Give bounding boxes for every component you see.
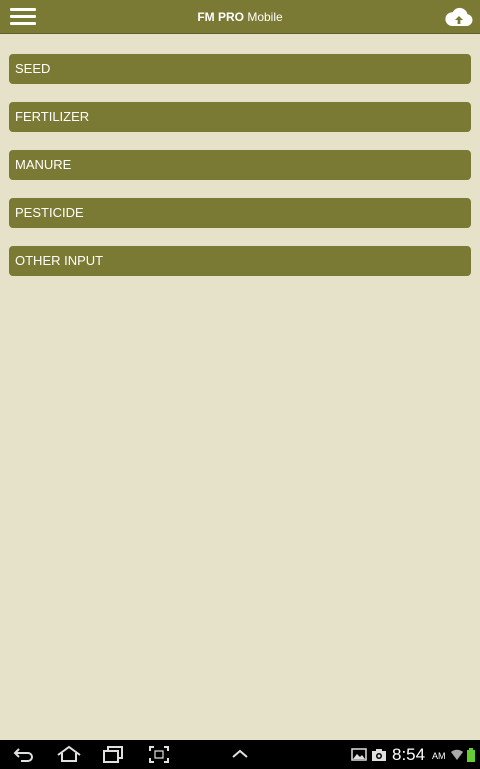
camera-notification-icon [371,744,387,765]
cloud-sync-icon[interactable] [444,5,474,29]
menu-item-manure[interactable]: MANURE [9,150,471,180]
app-title-rest: Mobile [243,10,283,24]
recent-apps-icon[interactable] [101,744,125,765]
menu-item-pesticide[interactable]: PESTICIDE [9,198,471,228]
clock-time: 8:54 [392,745,426,764]
menu-item-fertilizer[interactable]: FERTILIZER [9,102,471,132]
image-notification-icon [351,744,367,765]
chevron-up-icon[interactable] [230,744,250,765]
screenshot-icon[interactable] [148,744,170,765]
input-category-list: SEED FERTILIZER MANURE PESTICIDE OTHER I… [9,54,471,294]
home-icon[interactable] [56,744,82,765]
battery-icon [466,744,476,765]
back-icon[interactable] [12,744,36,765]
app-title: FM PRO Mobile [0,10,480,24]
menu-item-other-input[interactable]: OTHER INPUT [9,246,471,276]
menu-item-seed[interactable]: SEED [9,54,471,84]
app-title-bold: FM PRO [197,10,244,24]
clock-ampm: AM [432,751,446,761]
system-navigation-bar: 8:54 AM [0,740,480,769]
wifi-icon [450,744,464,765]
app-bar: FM PRO Mobile [0,0,480,34]
